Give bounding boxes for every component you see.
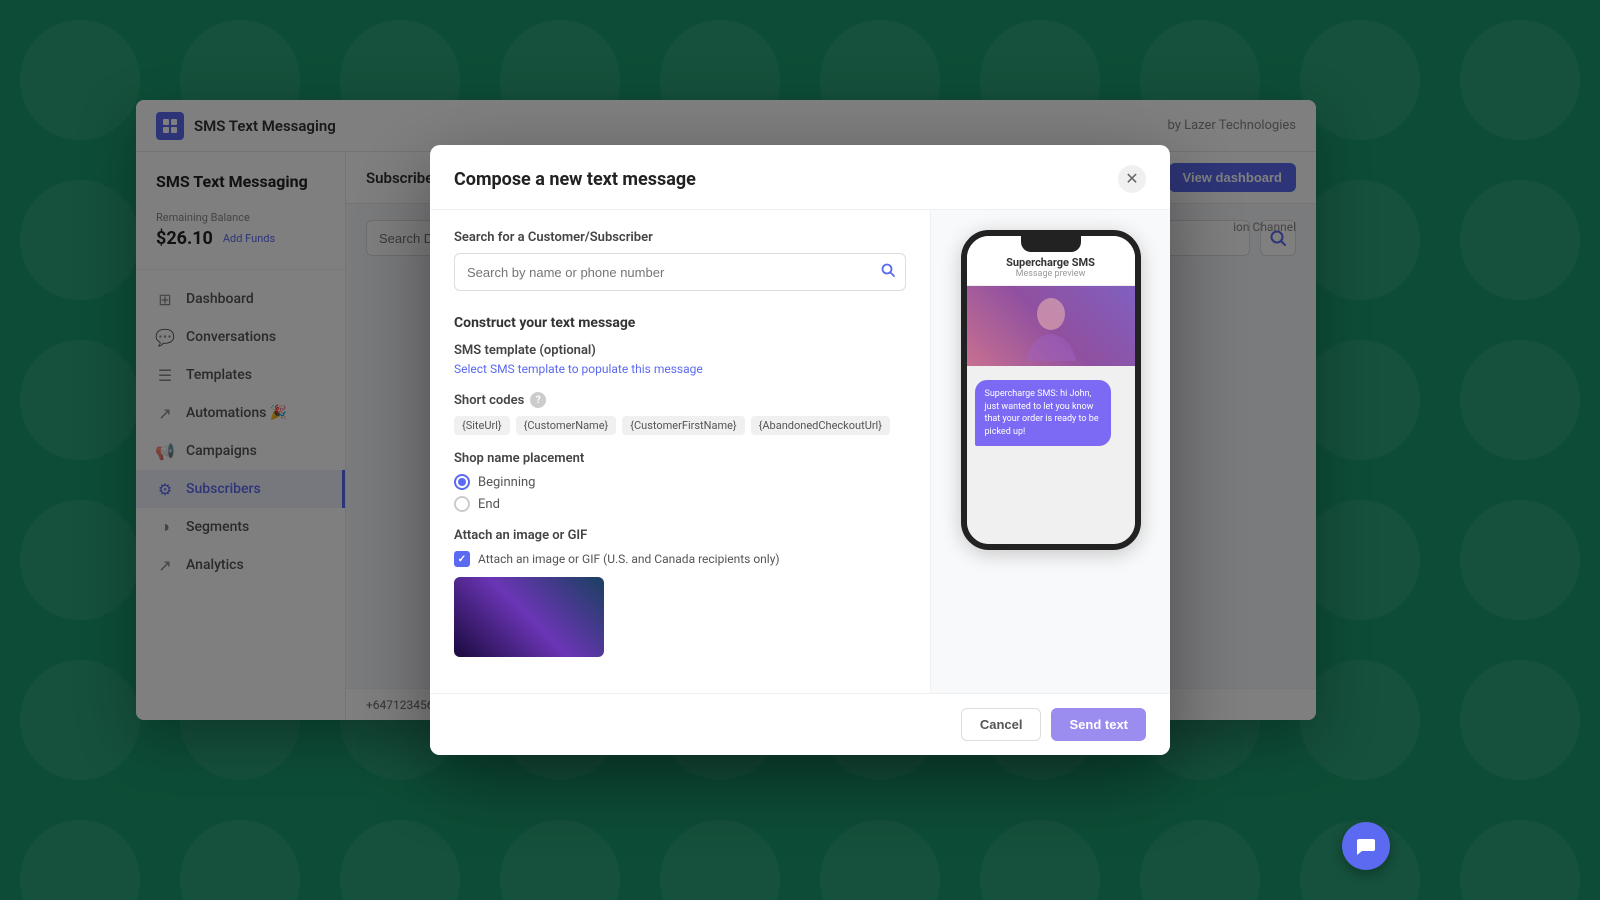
construct-title: Construct your text message [454,315,906,331]
modal-overlay: Compose a new text message ✕ Search for … [0,0,1600,900]
attach-title: Attach an image or GIF [454,528,906,543]
modal-right-panel: Supercharge SMS Message preview [930,210,1170,693]
phone-messages: Supercharge SMS: hi John, just wanted to… [967,366,1135,544]
placement-beginning[interactable]: Beginning [454,474,906,490]
image-preview-inner [454,577,604,657]
short-code-siteurl[interactable]: {SiteUrl} [454,416,510,435]
attach-checkbox-row: Attach an image or GIF (U.S. and Canada … [454,551,906,567]
construct-section: Construct your text message SMS template… [454,315,906,657]
chat-support-bubble[interactable] [1342,822,1390,870]
placement-radio-group: Beginning End [454,474,906,512]
short-code-customername[interactable]: {CustomerName} [516,416,617,435]
attach-checkbox-label: Attach an image or GIF (U.S. and Canada … [478,552,780,566]
short-code-abandonedcheckouturl[interactable]: {AbandonedCheckoutUrl} [751,416,890,435]
placement-beginning-label: Beginning [478,475,535,490]
compose-modal: Compose a new text message ✕ Search for … [430,145,1170,755]
phone-content: Supercharge SMS: hi John, just wanted to… [967,286,1135,544]
placement-end[interactable]: End [454,496,906,512]
modal-left-panel: Search for a Customer/Subscriber Constru… [430,210,930,693]
modal-close-button[interactable]: ✕ [1118,165,1146,193]
short-codes-help-icon[interactable]: ? [530,392,546,408]
phone-image-inner [967,286,1135,366]
modal-header: Compose a new text message ✕ [430,145,1170,210]
send-text-button[interactable]: Send text [1051,708,1146,741]
phone-preview-label: Message preview [977,269,1125,279]
placement-end-radio[interactable] [454,496,470,512]
placement-label: Shop name placement [454,451,906,466]
customer-search-row [454,253,906,291]
attach-checkbox[interactable] [454,551,470,567]
modal-title: Compose a new text message [454,169,696,190]
placement-beginning-radio[interactable] [454,474,470,490]
template-label: SMS template (optional) [454,343,906,358]
modal-body: Search for a Customer/Subscriber Constru… [430,210,1170,693]
image-preview [454,577,604,657]
template-link[interactable]: Select SMS template to populate this mes… [454,362,906,376]
phone-app-name: Supercharge SMS [977,256,1125,269]
cancel-button[interactable]: Cancel [961,708,1042,741]
phone-image [967,286,1135,366]
customer-search-input[interactable] [454,253,906,291]
phone-mockup: Supercharge SMS Message preview [961,230,1141,550]
attach-section: Attach an image or GIF Attach an image o… [454,528,906,657]
customer-search-icon[interactable] [880,262,896,282]
modal-footer: Cancel Send text [430,693,1170,755]
short-codes-label: Short codes ? [454,392,906,408]
short-codes-row: {SiteUrl} {CustomerName} {CustomerFirstN… [454,416,906,435]
phone-notch [1021,236,1081,252]
placement-end-label: End [478,497,500,512]
short-code-customerfirstname[interactable]: {CustomerFirstName} [622,416,744,435]
phone-message-bubble: Supercharge SMS: hi John, just wanted to… [975,380,1112,446]
customer-search-label: Search for a Customer/Subscriber [454,230,906,245]
